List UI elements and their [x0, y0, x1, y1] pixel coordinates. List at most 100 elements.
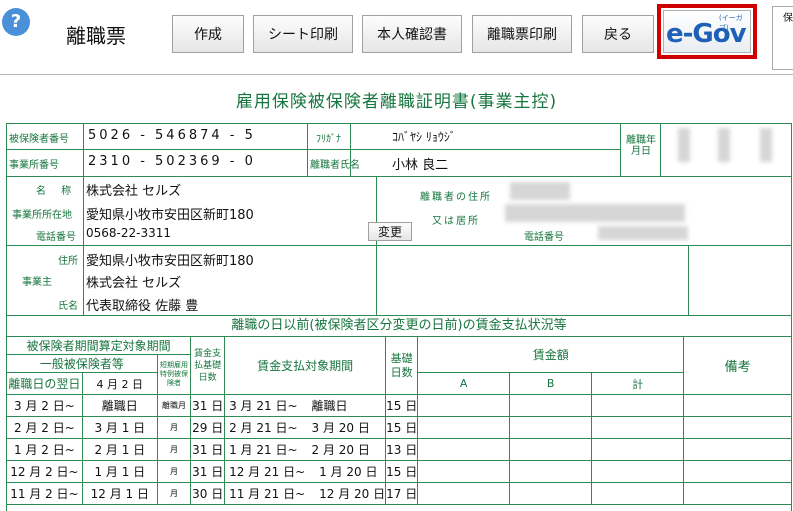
period-kind[interactable]: 離職月 — [156, 394, 192, 417]
period-from[interactable]: 3 月 2 日~ — [6, 394, 83, 417]
insured-number-label: 被保険者番号 — [9, 134, 69, 145]
amount-a-header: A — [417, 372, 510, 395]
period-from[interactable]: 12 月 2 日~ — [6, 460, 83, 483]
wage-period-to-value[interactable]: 1 月 20 日 — [319, 465, 377, 479]
next-day-label: 離職日の翌日 — [6, 372, 83, 395]
wage-period-from[interactable]: 12 月 21 日~ 1 月 20 日 — [224, 460, 387, 483]
period-kind[interactable]: 月 — [156, 438, 192, 461]
amount-total[interactable] — [591, 416, 685, 439]
wage-row: 1 月 2 日~ 2 月 1 日月 31 日1 月 21 日~ 2 月 20 日 13 … — [6, 438, 792, 461]
notes-cell[interactable] — [683, 460, 792, 483]
wage-amount-header: 賃金額 — [417, 336, 685, 373]
office-phone-label: 電話番号 — [36, 232, 76, 243]
base-days[interactable]: 15 日 — [385, 394, 419, 417]
change-button[interactable]: 変更 — [368, 222, 412, 241]
wage-table: 被保険者期間算定対象期間 賃金支払基礎日数 賃金支払対象期間 基礎日数 賃金額 … — [5, 336, 792, 505]
pay-days[interactable]: 29 日 — [190, 416, 226, 439]
pay-days[interactable]: 31 日 — [190, 394, 226, 417]
wage-period-from[interactable]: 1 月 21 日~ 2 月 20 日 — [224, 438, 387, 461]
wage-period-from-value[interactable]: 12 月 21 日~ — [229, 465, 305, 479]
base-days[interactable]: 13 日 — [385, 438, 419, 461]
period-from[interactable]: 11 月 2 日~ — [6, 482, 83, 505]
employer-address-value[interactable]: 愛知県小牧市安田区新町180 — [86, 250, 254, 269]
period-kind[interactable]: 月 — [156, 460, 192, 483]
period-header: 被保険者期間算定対象期間 — [5, 336, 192, 355]
company-name-value[interactable]: 株式会社 セルズ — [86, 180, 181, 199]
amount-a[interactable] — [417, 438, 510, 461]
amount-a[interactable] — [417, 416, 510, 439]
period-kind[interactable]: 月 — [156, 416, 192, 439]
office-phone-value[interactable]: 0568-22-3311 — [86, 226, 171, 240]
wage-period-to-value[interactable]: 3 月 20 日 — [312, 421, 370, 435]
wage-row: 3 月 2 日~ 離職日 離職月 31 日3 月 21 日~ 離職日 15 日 — [6, 394, 792, 417]
wage-row: 11 月 2 日~ 12 月 1 日月 30 日 11 月 21 日~ 12 月 20 … — [6, 482, 792, 505]
notes-header: 備考 — [683, 336, 792, 395]
base-days[interactable]: 17 日 — [385, 482, 419, 505]
person-address-label: 離職者の住所又は居所 — [420, 192, 492, 227]
amount-b[interactable] — [508, 482, 593, 505]
notes-cell[interactable] — [683, 482, 792, 505]
wage-period-from[interactable]: 3 月 21 日~ 離職日 — [224, 394, 387, 417]
person-phone-label: 電話番号 — [524, 232, 564, 243]
amount-total[interactable] — [591, 460, 685, 483]
next-day-value[interactable]: 4 月 2 日 — [81, 372, 158, 395]
short-term-header: 短期雇用特例被保険者 — [156, 354, 192, 395]
amount-total[interactable] — [591, 482, 685, 505]
amount-a[interactable] — [417, 482, 510, 505]
period-from[interactable]: 2 月 2 日~ — [6, 416, 83, 439]
period-to[interactable]: 12 月 1 日 — [81, 482, 158, 505]
wage-period-header: 賃金支払対象期間 — [224, 336, 387, 395]
amount-a[interactable] — [417, 394, 510, 417]
employer-name-value[interactable]: 株式会社 セルズ — [86, 272, 181, 291]
person-name-value[interactable]: 小林 良二 — [392, 154, 448, 173]
person-address-blurred — [505, 204, 685, 222]
wage-period-to-value[interactable]: 2 月 20 日 — [312, 443, 370, 457]
amount-b[interactable] — [508, 416, 593, 439]
amount-b[interactable] — [508, 394, 593, 417]
amount-b[interactable] — [508, 438, 593, 461]
amount-total[interactable] — [591, 394, 685, 417]
amount-b[interactable] — [508, 460, 593, 483]
leave-date-blurred — [718, 128, 730, 162]
wage-period-from-value[interactable]: 1 月 21 日~ — [229, 443, 297, 457]
wage-period-from-value[interactable]: 3 月 21 日~ — [229, 399, 297, 413]
wage-section-title: 離職の日以前(被保険者区分変更の日前)の賃金支払状況等 — [231, 318, 567, 333]
pay-days[interactable]: 31 日 — [190, 460, 226, 483]
wage-period-to-value[interactable]: 離職日 — [312, 399, 348, 413]
period-to[interactable]: 離職日 — [81, 394, 158, 417]
representative-label: 氏名 — [58, 301, 78, 312]
base-days[interactable]: 15 日 — [385, 416, 419, 439]
office-address-value[interactable]: 愛知県小牧市安田区新町180 — [86, 204, 254, 223]
office-address-label: 事業所所在地 — [12, 210, 72, 221]
wage-period-to-value[interactable]: 12 月 20 日 — [319, 487, 385, 501]
period-to[interactable]: 1 月 1 日 — [81, 460, 158, 483]
employer-label: 事業主 — [22, 277, 52, 288]
wage-period-from[interactable]: 11 月 21 日~ 12 月 20 日 — [224, 482, 387, 505]
office-number-value[interactable]: 2310 - 502369 - 0 — [88, 154, 256, 169]
employer-address-label: 住所 — [58, 256, 78, 267]
period-kind[interactable]: 月 — [156, 482, 192, 505]
notes-cell[interactable] — [683, 394, 792, 417]
wage-period-from-value[interactable]: 11 月 21 日~ — [229, 487, 305, 501]
furigana-value[interactable]: ｺﾊﾞﾔｼ ﾘｮｳｼﾞ — [392, 128, 456, 145]
notes-cell[interactable] — [683, 438, 792, 461]
notes-cell[interactable] — [683, 416, 792, 439]
base-days[interactable]: 15 日 — [385, 460, 419, 483]
wage-period-from-value[interactable]: 2 月 21 日~ — [229, 421, 297, 435]
general-insured-header: 一般被保険者等 — [6, 354, 158, 373]
period-to[interactable]: 2 月 1 日 — [81, 438, 158, 461]
insured-number-value[interactable]: 5026 - 546874 - 5 — [88, 128, 256, 143]
amount-total[interactable] — [591, 438, 685, 461]
amount-b-header: B — [508, 372, 593, 395]
representative-value[interactable]: 代表取締役 佐藤 豊 — [86, 295, 198, 314]
amount-a[interactable] — [417, 460, 510, 483]
period-from[interactable]: 1 月 2 日~ — [6, 438, 83, 461]
office-number-label: 事業所番号 — [9, 160, 59, 171]
furigana-label: ﾌﾘｶﾞﾅ — [316, 134, 341, 145]
pay-days[interactable]: 30 日 — [190, 482, 226, 505]
person-address-blurred — [510, 182, 570, 200]
period-to[interactable]: 3 月 1 日 — [81, 416, 158, 439]
pay-days[interactable]: 31 日 — [190, 438, 226, 461]
wage-period-from[interactable]: 2 月 21 日~ 3 月 20 日 — [224, 416, 387, 439]
person-name-label: 離職者氏名 — [310, 160, 360, 171]
